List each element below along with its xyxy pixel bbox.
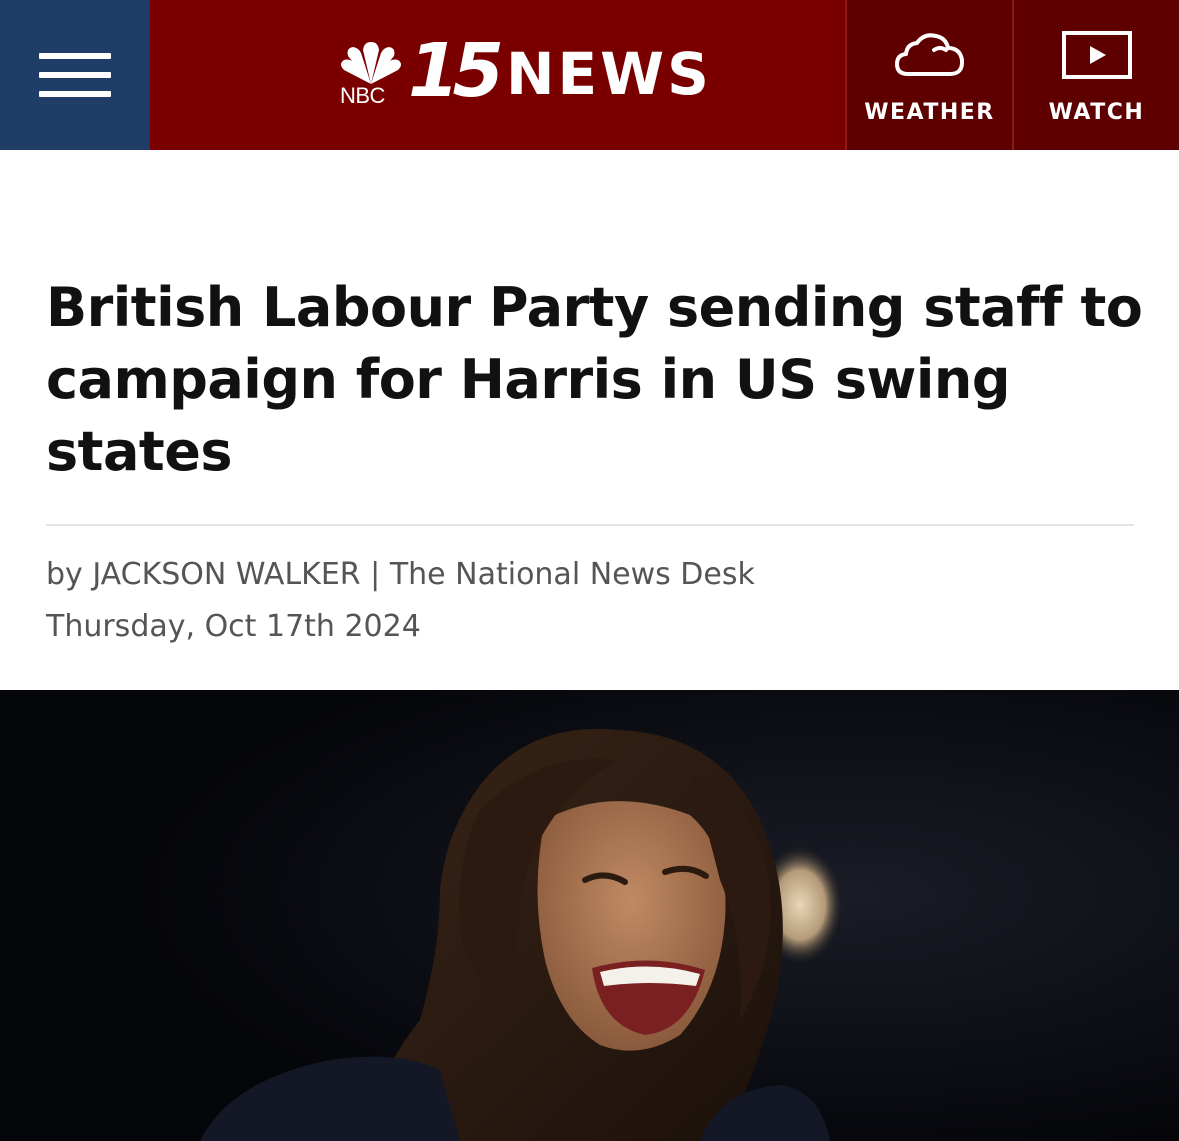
menu-button[interactable]: [0, 0, 150, 150]
nbc-wordmark: NBC: [340, 83, 385, 108]
peacock-icon: [341, 42, 401, 84]
article-headline: British Labour Party sending staff to ca…: [46, 276, 1143, 483]
watch-label: WATCH: [1048, 100, 1145, 125]
article-hero-image[interactable]: [0, 690, 1179, 1141]
hero-photo-illustration: [0, 690, 1179, 1141]
brand-logo[interactable]: NBC 15 NEWS: [150, 0, 845, 150]
watch-button[interactable]: WATCH: [1012, 0, 1179, 150]
article-byline: by JACKSON WALKER | The National News De…: [46, 557, 755, 592]
hamburger-icon-line: [39, 53, 111, 59]
article-date: Thursday, Oct 17th 2024: [46, 609, 421, 644]
hamburger-icon-line: [39, 91, 111, 97]
cloud-icon: [894, 33, 964, 76]
news-wordmark: NEWS: [506, 40, 712, 108]
site-header: NBC 15 NEWS WEATHER WATCH: [0, 0, 1179, 150]
play-icon: [1061, 31, 1132, 79]
weather-label: WEATHER: [864, 100, 995, 125]
channel-number: 15: [408, 28, 504, 114]
divider: [46, 524, 1134, 526]
hamburger-icon-line: [39, 72, 111, 78]
weather-button[interactable]: WEATHER: [845, 0, 1012, 150]
